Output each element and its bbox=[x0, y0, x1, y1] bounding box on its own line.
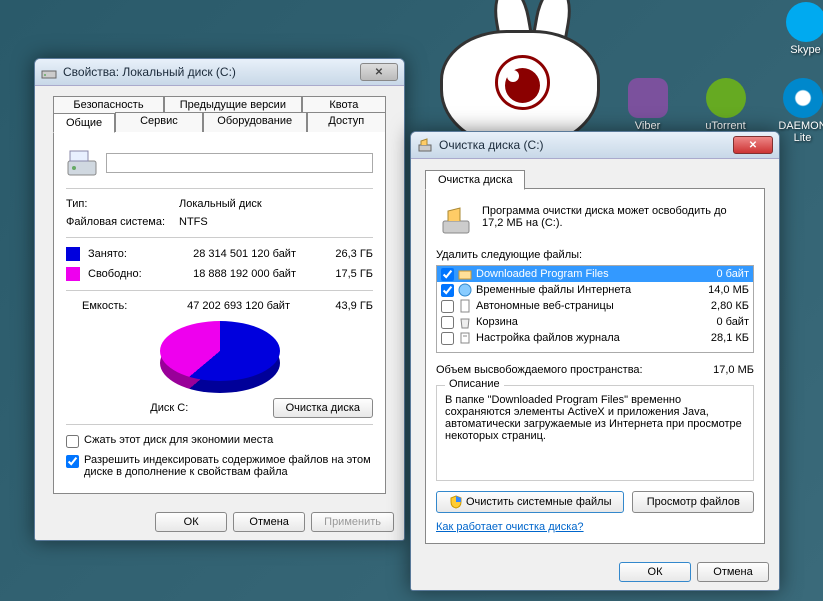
file-name: Настройка файлов журнала bbox=[476, 332, 690, 344]
file-checkbox[interactable] bbox=[441, 284, 454, 297]
cleanup-large-icon bbox=[440, 205, 472, 237]
tab-security[interactable]: Безопасность bbox=[53, 96, 164, 113]
freed-space-label: Объем высвобождаемого пространства: bbox=[436, 364, 705, 376]
index-checkbox[interactable] bbox=[66, 455, 79, 468]
window-title: Очистка диска (C:) bbox=[439, 138, 727, 152]
description-group: Описание В папке "Downloaded Program Fil… bbox=[436, 385, 754, 481]
file-name: Корзина bbox=[476, 316, 690, 328]
desktop-icon-daemon[interactable]: DAEMON Lite bbox=[775, 78, 823, 144]
file-checkbox[interactable] bbox=[441, 268, 454, 281]
tab-general[interactable]: Общие bbox=[53, 113, 115, 133]
tab-cleanup[interactable]: Очистка диска bbox=[425, 170, 525, 190]
tab-previous-versions[interactable]: Предыдущие версии bbox=[164, 96, 302, 113]
used-bytes: 28 314 501 120 байт bbox=[166, 248, 296, 260]
file-name: Автономные веб-страницы bbox=[476, 300, 690, 312]
titlebar[interactable]: Очистка диска (C:) ✕ bbox=[411, 132, 779, 159]
cleanup-info-text: Программа очистки диска может освободить… bbox=[482, 205, 750, 237]
freed-space-value: 17,0 МБ bbox=[713, 364, 754, 376]
type-label: Тип: bbox=[66, 198, 171, 210]
capacity-gb: 43,9 ГБ bbox=[298, 300, 373, 312]
file-row[interactable]: Настройка файлов журнала 28,1 КБ bbox=[437, 330, 753, 346]
file-name: Downloaded Program Files bbox=[476, 268, 690, 280]
file-row[interactable]: Корзина 0 байт bbox=[437, 314, 753, 330]
description-title: Описание bbox=[445, 378, 504, 390]
how-cleanup-works-link[interactable]: Как работает очистка диска? bbox=[436, 521, 584, 533]
cancel-button[interactable]: Отмена bbox=[697, 562, 769, 582]
free-label: Свободно: bbox=[88, 268, 158, 280]
tab-hardware[interactable]: Оборудование bbox=[203, 112, 307, 132]
delete-files-label: Удалить следующие файлы: bbox=[436, 249, 754, 261]
compress-checkbox[interactable] bbox=[66, 435, 79, 448]
free-gb: 17,5 ГБ bbox=[304, 268, 373, 280]
disk-cleanup-button[interactable]: Очистка диска bbox=[273, 398, 373, 418]
file-size: 14,0 МБ bbox=[694, 284, 749, 296]
description-text: В папке "Downloaded Program Files" време… bbox=[445, 394, 745, 442]
folder-icon bbox=[458, 267, 472, 281]
index-label: Разрешить индексировать содержимое файло… bbox=[84, 454, 373, 478]
disk-usage-pie-chart bbox=[155, 321, 285, 396]
disk-name-input[interactable] bbox=[106, 153, 373, 173]
cancel-button[interactable]: Отмена bbox=[233, 512, 305, 532]
page-icon bbox=[458, 299, 472, 313]
ok-button[interactable]: ОК bbox=[155, 512, 227, 532]
file-row[interactable]: Автономные веб-страницы 2,80 КБ bbox=[437, 298, 753, 314]
ok-button[interactable]: ОК bbox=[619, 562, 691, 582]
pie-label: Диск C: bbox=[66, 402, 273, 414]
tab-access[interactable]: Доступ bbox=[307, 112, 386, 132]
file-checkbox[interactable] bbox=[441, 316, 454, 329]
desktop-icon-label: DAEMON Lite bbox=[775, 120, 823, 144]
free-bytes: 18 888 192 000 байт bbox=[166, 268, 296, 280]
clean-system-files-button[interactable]: Очистить системные файлы bbox=[436, 491, 624, 513]
titlebar[interactable]: Свойства: Локальный диск (C:) ✕ bbox=[35, 59, 404, 86]
mascot-bunny bbox=[440, 0, 610, 140]
free-color-swatch bbox=[66, 267, 80, 281]
capacity-label: Емкость: bbox=[66, 300, 152, 312]
disk-properties-window: Свойства: Локальный диск (C:) ✕ Безопасн… bbox=[34, 58, 405, 541]
view-files-button[interactable]: Просмотр файлов bbox=[632, 491, 754, 513]
capacity-bytes: 47 202 693 120 байт bbox=[160, 300, 290, 312]
file-row[interactable]: Временные файлы Интернета 14,0 МБ bbox=[437, 282, 753, 298]
type-value: Локальный диск bbox=[179, 198, 262, 210]
file-size: 2,80 КБ bbox=[694, 300, 749, 312]
used-color-swatch bbox=[66, 247, 80, 261]
tab-quota[interactable]: Квота bbox=[302, 96, 386, 113]
file-list[interactable]: Downloaded Program Files 0 байт Временны… bbox=[436, 265, 754, 353]
desktop-icon-label: Skype bbox=[778, 44, 823, 56]
file-row[interactable]: Downloaded Program Files 0 байт bbox=[437, 266, 753, 282]
filesystem-value: NTFS bbox=[179, 216, 208, 228]
disk-cleanup-window: Очистка диска (C:) ✕ Очистка диска Прогр… bbox=[410, 131, 780, 591]
close-button[interactable]: ✕ bbox=[733, 136, 773, 154]
cleanup-icon bbox=[417, 137, 433, 153]
apply-button[interactable]: Применить bbox=[311, 512, 394, 532]
globe-icon bbox=[458, 283, 472, 297]
desktop-icon-viber[interactable]: Viber bbox=[620, 78, 675, 132]
file-name: Временные файлы Интернета bbox=[476, 284, 690, 296]
used-label: Занято: bbox=[88, 248, 158, 260]
desktop-icon-utorrent[interactable]: uTorrent bbox=[698, 78, 753, 132]
recycle-bin-icon bbox=[458, 315, 472, 329]
window-title: Свойства: Локальный диск (C:) bbox=[63, 65, 354, 79]
file-size: 0 байт bbox=[694, 316, 749, 328]
shield-icon bbox=[449, 495, 463, 509]
tab-service[interactable]: Сервис bbox=[115, 112, 203, 132]
disk-large-icon bbox=[66, 147, 98, 179]
file-checkbox[interactable] bbox=[441, 300, 454, 313]
filesystem-label: Файловая система: bbox=[66, 216, 171, 228]
used-gb: 26,3 ГБ bbox=[304, 248, 373, 260]
file-size: 0 байт bbox=[694, 268, 749, 280]
log-icon bbox=[458, 331, 472, 345]
tabs-row-2: Общие Сервис Оборудование Доступ bbox=[53, 112, 386, 132]
drive-icon bbox=[41, 64, 57, 80]
close-button[interactable]: ✕ bbox=[360, 63, 398, 81]
file-size: 28,1 КБ bbox=[694, 332, 749, 344]
file-checkbox[interactable] bbox=[441, 332, 454, 345]
tabs-row-1: Безопасность Предыдущие версии Квота bbox=[53, 96, 386, 113]
compress-label: Сжать этот диск для экономии места bbox=[84, 434, 273, 446]
desktop-icon-skype[interactable]: Skype bbox=[778, 2, 823, 56]
